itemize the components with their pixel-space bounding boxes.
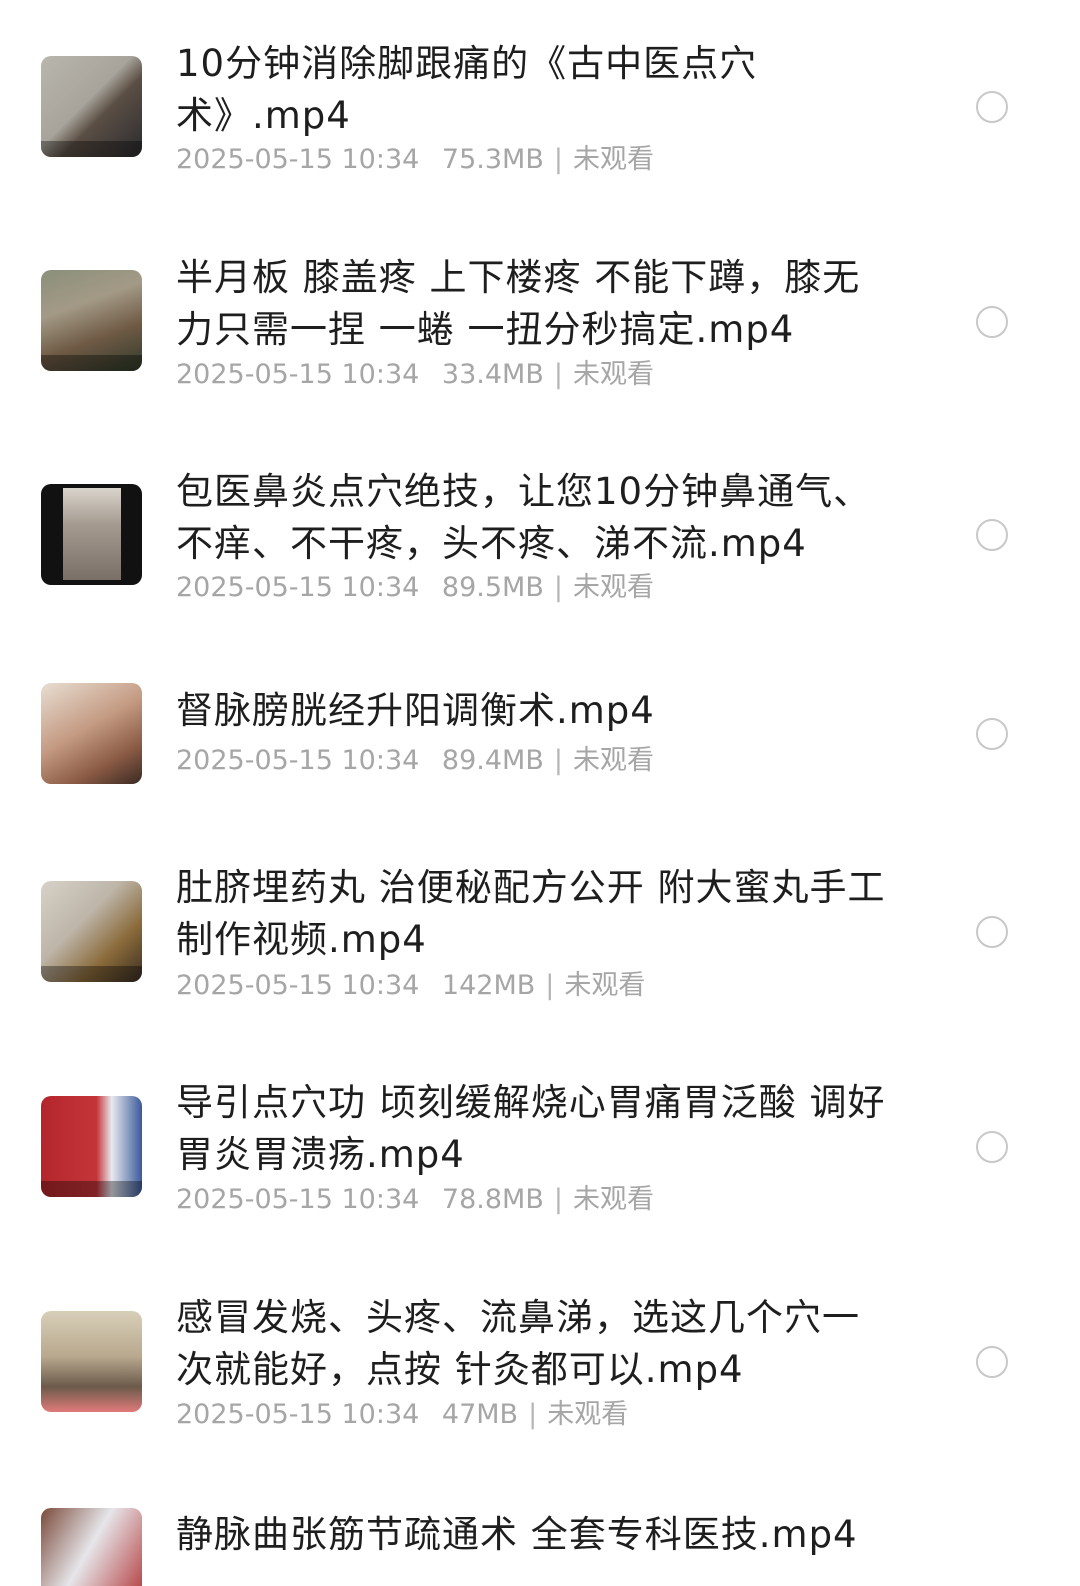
file-title: 督脉膀胱经升阳调衡术.mp4 [176, 689, 655, 732]
video-thumbnail [41, 56, 142, 157]
video-thumbnail [41, 484, 142, 585]
select-radio[interactable] [976, 718, 1008, 750]
watch-status: 未观看 [572, 359, 654, 390]
file-title: 静脉曲张筋节疏通术 全套专科医技.mp4 [176, 1513, 858, 1556]
file-date: 2025-05-15 10:34 [176, 745, 420, 776]
file-size: 47MB [441, 1399, 519, 1430]
file-size: 75.3MB [441, 144, 544, 175]
meta-divider: | [528, 1399, 538, 1430]
watch-status: 未观看 [572, 1184, 654, 1215]
select-radio[interactable] [976, 1131, 1008, 1163]
select-radio[interactable] [976, 916, 1008, 948]
list-item[interactable]: 感冒发烧、头疼、流鼻涕，选这几个穴一次就能好，点按 针灸都可以.mp4 2025… [0, 1290, 1080, 1500]
watch-status: 未观看 [564, 970, 646, 1001]
video-thumbnail [41, 683, 142, 784]
list-item[interactable]: 肚脐埋药丸 治便秘配方公开 附大蜜丸手工制作视频.mp4 2025-05-15 … [0, 860, 1080, 1070]
list-item[interactable]: 包医鼻炎点穴绝技，让您10分钟鼻通气、不痒、不干疼，头不疼、涕不流.mp4 20… [0, 430, 1080, 640]
list-item[interactable]: 督脉膀胱经升阳调衡术.mp4 2025-05-15 10:34 89.4MB | 未… [0, 645, 1080, 825]
file-title: 包医鼻炎点穴绝技，让您10分钟鼻通气、不痒、不干疼，头不疼、涕不流.mp4 [176, 470, 872, 565]
select-radio[interactable] [976, 91, 1008, 123]
file-size: 89.5MB [441, 572, 544, 603]
video-thumbnail [41, 1096, 142, 1197]
watch-status: 未观看 [572, 745, 654, 776]
file-date: 2025-05-15 10:34 [176, 144, 420, 175]
file-size: 33.4MB [441, 359, 544, 390]
video-thumbnail [41, 1508, 142, 1586]
select-radio[interactable] [976, 519, 1008, 551]
video-thumbnail [41, 881, 142, 982]
file-title: 10分钟消除脚跟痛的《古中医点穴术》.mp4 [176, 42, 758, 137]
file-meta: 2025-05-15 10:34 75.3MB | 未观看 [176, 143, 654, 177]
file-meta: 2025-05-15 10:34 33.4MB | 未观看 [176, 358, 654, 392]
file-meta: 2025-05-15 10:34 47MB | 未观看 [176, 1398, 628, 1432]
meta-divider: | [553, 745, 563, 776]
list-item[interactable]: 静脉曲张筋节疏通术 全套专科医技.mp4 [0, 1505, 1080, 1586]
select-radio[interactable] [976, 1346, 1008, 1378]
file-title: 半月板 膝盖疼 上下楼疼 不能下蹲，膝无力只需一捏 一蜷 一扭分秒搞定.mp4 [176, 256, 861, 351]
file-size: 78.8MB [441, 1184, 544, 1215]
file-meta: 2025-05-15 10:34 78.8MB | 未观看 [176, 1183, 654, 1217]
meta-divider: | [553, 572, 563, 603]
file-date: 2025-05-15 10:34 [176, 970, 420, 1001]
meta-divider: | [553, 1184, 563, 1215]
file-date: 2025-05-15 10:34 [176, 572, 420, 603]
file-meta: 2025-05-15 10:34 89.4MB | 未观看 [176, 744, 654, 778]
file-size: 89.4MB [441, 745, 544, 776]
file-date: 2025-05-15 10:34 [176, 359, 420, 390]
file-title: 感冒发烧、头疼、流鼻涕，选这几个穴一次就能好，点按 针灸都可以.mp4 [176, 1296, 860, 1391]
watch-status: 未观看 [547, 1399, 629, 1430]
file-date: 2025-05-15 10:34 [176, 1184, 420, 1215]
video-thumbnail [41, 270, 142, 371]
watch-status: 未观看 [572, 572, 654, 603]
file-title: 肚脐埋药丸 治便秘配方公开 附大蜜丸手工制作视频.mp4 [176, 866, 886, 961]
file-size: 142MB [441, 970, 536, 1001]
meta-divider: | [545, 970, 555, 1001]
meta-divider: | [553, 144, 563, 175]
list-item[interactable]: 半月板 膝盖疼 上下楼疼 不能下蹲，膝无力只需一捏 一蜷 一扭分秒搞定.mp4 … [0, 215, 1080, 425]
video-thumbnail [41, 1311, 142, 1412]
select-radio[interactable] [976, 306, 1008, 338]
file-meta: 2025-05-15 10:34 142MB | 未观看 [176, 969, 645, 1003]
watch-status: 未观看 [572, 144, 654, 175]
list-item[interactable]: 10分钟消除脚跟痛的《古中医点穴术》.mp4 2025-05-15 10:34 … [0, 0, 1080, 210]
file-meta: 2025-05-15 10:34 89.5MB | 未观看 [176, 571, 654, 605]
meta-divider: | [553, 359, 563, 390]
list-item[interactable]: 导引点穴功 顷刻缓解烧心胃痛胃泛酸 调好胃炎胃溃疡.mp4 2025-05-15… [0, 1075, 1080, 1285]
file-title: 导引点穴功 顷刻缓解烧心胃痛胃泛酸 调好胃炎胃溃疡.mp4 [176, 1081, 886, 1176]
file-date: 2025-05-15 10:34 [176, 1399, 420, 1430]
